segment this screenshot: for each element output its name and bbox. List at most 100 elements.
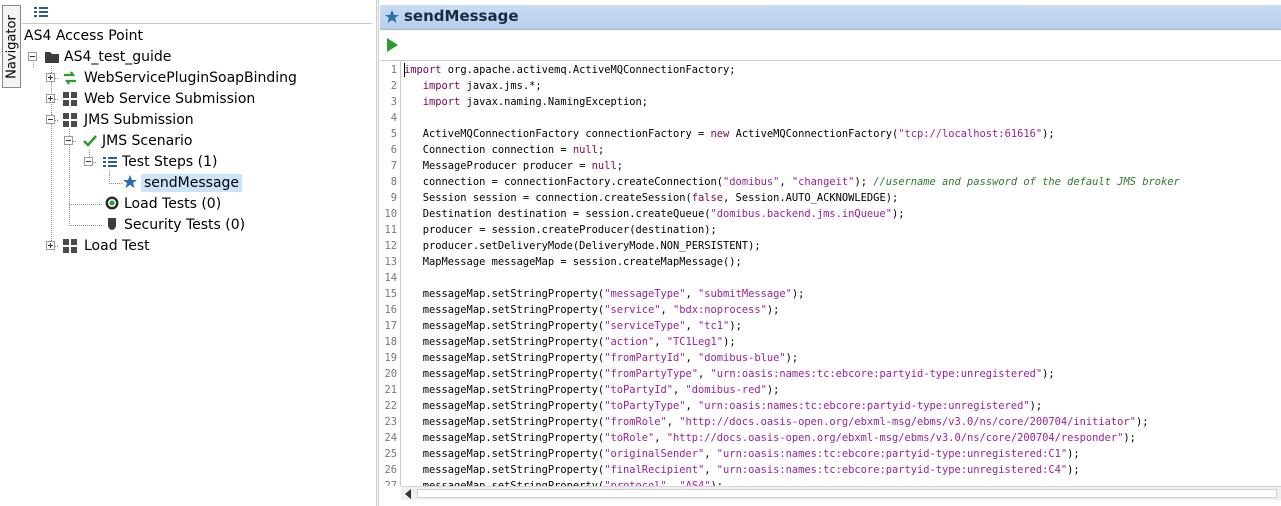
collapse-icon[interactable] bbox=[64, 136, 73, 145]
line-number: 27 bbox=[384, 480, 397, 486]
code-line[interactable]: 5 ActiveMQConnectionFactory connectionFa… bbox=[380, 126, 1281, 142]
run-icon[interactable] bbox=[384, 37, 400, 53]
tree-item-as4-test-guide[interactable]: AS4_test_guide bbox=[64, 47, 171, 68]
code-line[interactable]: 13 MapMessage messageMap = session.creat… bbox=[380, 254, 1281, 270]
tree-item-label: JMS Scenario bbox=[102, 133, 193, 149]
tree-item-jms-submission[interactable]: JMS Submission bbox=[84, 110, 194, 131]
collapse-icon[interactable] bbox=[46, 115, 55, 124]
code-line[interactable]: 24 messageMap.setStringProperty("toRole"… bbox=[380, 430, 1281, 446]
code-text: messageMap.setStringProperty("fromPartyI… bbox=[404, 352, 799, 364]
tree-item-access-point[interactable]: AS4 Access Point bbox=[24, 26, 143, 47]
code-line[interactable]: 3 import javax.naming.NamingException; bbox=[380, 94, 1281, 110]
code-text: ActiveMQConnectionFactory connectionFact… bbox=[404, 128, 1055, 140]
code-line[interactable]: 4 bbox=[380, 110, 1281, 126]
code-line[interactable]: 17 messageMap.setStringProperty("service… bbox=[380, 318, 1281, 334]
editor-toolbar bbox=[380, 32, 1281, 58]
code-line[interactable]: 18 messageMap.setStringProperty("action"… bbox=[380, 334, 1281, 350]
star-icon bbox=[385, 10, 399, 23]
line-number: 12 bbox=[384, 240, 397, 252]
code-line[interactable]: 14 bbox=[380, 270, 1281, 286]
code-text: messageMap.setStringProperty("originalSe… bbox=[404, 448, 1080, 460]
line-number: 26 bbox=[384, 464, 397, 476]
shield-icon bbox=[108, 218, 116, 230]
line-number: 7 bbox=[390, 160, 397, 172]
code-line[interactable]: 1 import org.apache.activemq.ActiveMQConn… bbox=[380, 62, 1281, 78]
code-line[interactable]: 8 connection = connectionFactory.createC… bbox=[380, 174, 1281, 190]
line-number: 14 bbox=[384, 272, 397, 284]
testsuite-grid-icon bbox=[63, 92, 77, 106]
code-line[interactable]: 26 messageMap.setStringProperty("finalRe… bbox=[380, 462, 1281, 478]
tree-item-label: Test Steps (1) bbox=[122, 154, 218, 170]
code-text: messageMap.setStringProperty("toRole", "… bbox=[404, 432, 1136, 444]
tree-item-security-tests[interactable]: Security Tests (0) bbox=[124, 215, 245, 236]
testsuite-grid-icon bbox=[63, 113, 77, 127]
code-text: messageMap.setStringProperty("serviceTyp… bbox=[404, 320, 742, 332]
tree-item-load-test[interactable]: Load Test bbox=[84, 236, 150, 257]
tree-item-web-service-submission[interactable]: Web Service Submission bbox=[84, 89, 255, 110]
code-line[interactable]: 15 messageMap.setStringProperty("message… bbox=[380, 286, 1281, 302]
line-number: 13 bbox=[384, 256, 397, 268]
interface-icon bbox=[64, 71, 76, 85]
code-text: messageMap.setStringProperty("toPartyId"… bbox=[404, 384, 780, 396]
code-text: producer = session.createProducer(destin… bbox=[404, 224, 717, 236]
code-text: import javax.jms.*; bbox=[422, 80, 542, 92]
expand-icon[interactable] bbox=[46, 73, 55, 82]
tree-item-label: JMS Submission bbox=[84, 112, 194, 128]
tree-item-label: Web Service Submission bbox=[84, 91, 256, 107]
code-line[interactable]: 7 MessageProducer producer = null; bbox=[380, 158, 1281, 174]
code-text: Connection connection = null; bbox=[404, 144, 605, 156]
tree-item-label: Load Tests (0) bbox=[124, 196, 222, 212]
code-line[interactable]: 21 messageMap.setStringProperty("toParty… bbox=[380, 382, 1281, 398]
code-text: connection = connectionFactory.createCon… bbox=[404, 176, 1180, 188]
editor-title: sendMessage bbox=[404, 7, 519, 25]
code-line[interactable]: 2 import javax.jms.*; bbox=[380, 78, 1281, 94]
code-line[interactable]: 9 Session session = connection.createSes… bbox=[380, 190, 1281, 206]
code-line[interactable]: 10 Destination destination = session.cre… bbox=[380, 206, 1281, 222]
code-line[interactable]: 19 messageMap.setStringProperty("fromPar… bbox=[380, 350, 1281, 366]
line-number: 2 bbox=[390, 80, 397, 92]
line-number: 18 bbox=[384, 336, 397, 348]
line-number: 3 bbox=[390, 96, 397, 108]
code-line[interactable]: 16 messageMap.setStringProperty("service… bbox=[380, 302, 1281, 318]
scroll-left-icon[interactable] bbox=[405, 489, 411, 499]
code-line[interactable]: 22 messageMap.setStringProperty("toParty… bbox=[380, 398, 1281, 414]
tree-item-label: Load Test bbox=[84, 238, 150, 254]
line-number: 25 bbox=[384, 448, 397, 460]
code-line[interactable]: 27 messageMap.setStringProperty("protoco… bbox=[380, 478, 1281, 486]
tree-item-jms-scenario[interactable]: JMS Scenario bbox=[102, 131, 192, 152]
load-test-gauge-icon bbox=[105, 196, 119, 210]
tree-item-label: AS4 Access Point bbox=[24, 28, 143, 44]
line-number: 6 bbox=[390, 144, 397, 156]
line-number: 8 bbox=[390, 176, 397, 188]
code-text: messageMap.setStringProperty("fromRole",… bbox=[404, 416, 1149, 428]
code-line[interactable]: 25 messageMap.setStringProperty("origina… bbox=[380, 446, 1281, 462]
collapse-icon[interactable] bbox=[28, 52, 37, 61]
navigator-tab-label: Navigator bbox=[4, 14, 19, 79]
code-line[interactable]: 6 Connection connection = null; bbox=[380, 142, 1281, 158]
code-line[interactable]: 12 producer.setDeliveryMode(DeliveryMode… bbox=[380, 238, 1281, 254]
scrollbar-thumb[interactable] bbox=[417, 489, 1277, 498]
expand-icon[interactable] bbox=[46, 94, 55, 103]
code-line[interactable]: 11 producer = session.createProducer(des… bbox=[380, 222, 1281, 238]
line-number: 21 bbox=[384, 384, 397, 396]
code-line[interactable]: 23 messageMap.setStringProperty("fromRol… bbox=[380, 414, 1281, 430]
code-line[interactable]: 20 messageMap.setStringProperty("fromPar… bbox=[380, 366, 1281, 382]
code-text: Destination destination = session.create… bbox=[404, 208, 905, 220]
collapse-icon[interactable] bbox=[84, 157, 93, 166]
line-number: 17 bbox=[384, 320, 397, 332]
tree-item-webservice-plugin[interactable]: WebServicePluginSoapBinding bbox=[84, 68, 297, 89]
horizontal-scrollbar[interactable] bbox=[401, 486, 1281, 500]
code-text: messageMap.setStringProperty("protocol",… bbox=[404, 480, 724, 486]
code-text: messageMap.setStringProperty("fromPartyT… bbox=[404, 368, 1055, 380]
line-number: 4 bbox=[390, 112, 397, 124]
list-view-icon[interactable] bbox=[34, 6, 48, 18]
tree-item-send-message[interactable]: sendMessage bbox=[141, 173, 243, 194]
tree-item-load-tests[interactable]: Load Tests (0) bbox=[124, 194, 221, 215]
expand-icon[interactable] bbox=[46, 241, 55, 250]
navigator-tab[interactable]: Navigator bbox=[2, 5, 21, 88]
line-number: 1 bbox=[390, 64, 397, 76]
script-editor[interactable]: 1 import org.apache.activemq.ActiveMQConn… bbox=[380, 60, 1281, 486]
panel-splitter[interactable] bbox=[376, 0, 379, 506]
tree-item-test-steps[interactable]: Test Steps (1) bbox=[122, 152, 217, 173]
tree-item-label: Security Tests (0) bbox=[124, 217, 246, 233]
